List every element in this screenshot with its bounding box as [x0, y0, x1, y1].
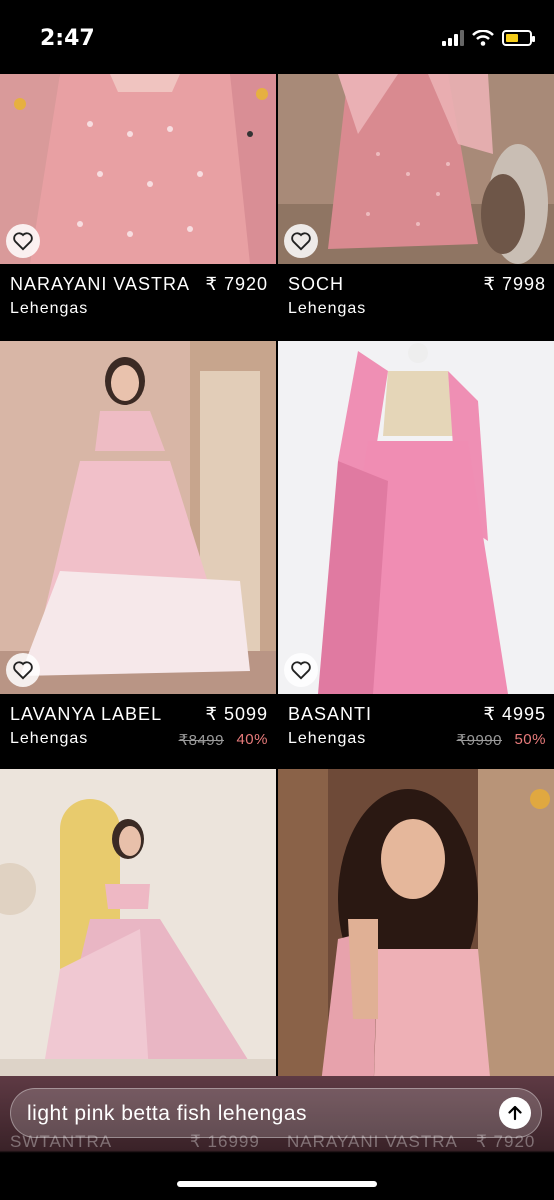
status-time: 2:47	[40, 26, 95, 51]
cellular-signal-icon	[442, 30, 464, 46]
product-price: ₹ 7998	[483, 274, 546, 294]
search-bar[interactable]	[10, 1088, 542, 1138]
heart-icon	[291, 661, 311, 680]
wishlist-heart-button[interactable]	[284, 224, 318, 258]
home-indicator[interactable]	[177, 1181, 377, 1187]
product-price: ₹ 4995	[483, 704, 546, 724]
discount-percent: 40%	[236, 731, 268, 748]
product-image[interactable]	[278, 341, 554, 694]
wifi-icon	[472, 30, 494, 46]
product-category: Lehengas	[10, 300, 89, 317]
product-price: ₹ 7920	[205, 274, 268, 294]
battery-icon	[502, 30, 535, 46]
arrow-up-icon	[508, 1105, 522, 1121]
product-brand: LAVANYA LABEL	[10, 704, 163, 724]
product-info: NARAYANI VASTRA ₹ 7920 Lehengas	[0, 264, 276, 334]
product-grid: NARAYANI VASTRA ₹ 7920 Lehengas SOCH ₹ 7…	[0, 74, 554, 1199]
product-row: NARAYANI VASTRA ₹ 7920 Lehengas SOCH ₹ 7…	[0, 74, 554, 334]
heart-icon	[13, 232, 33, 251]
product-brand: NARAYANI VASTRA	[10, 274, 191, 294]
heart-icon	[13, 661, 33, 680]
original-price: ₹9990	[456, 732, 502, 749]
product-info: SOCH ₹ 7998 Lehengas	[278, 264, 554, 334]
status-bar: 2:47	[0, 0, 554, 74]
wishlist-heart-button[interactable]	[284, 653, 318, 687]
product-category: Lehengas	[10, 730, 89, 747]
search-input[interactable]	[25, 1097, 489, 1131]
original-price: ₹8499	[178, 732, 224, 749]
product-brand: BASANTI	[288, 704, 373, 724]
product-image[interactable]	[0, 769, 276, 1109]
product-image[interactable]	[0, 74, 276, 264]
product-info: LAVANYA LABEL ₹ 5099 Lehengas ₹8499 40%	[0, 694, 276, 764]
wishlist-heart-button[interactable]	[6, 224, 40, 258]
product-category: Lehengas	[288, 730, 367, 747]
product-info: BASANTI ₹ 4995 Lehengas ₹9990 50%	[278, 694, 554, 764]
submit-search-button[interactable]	[499, 1097, 531, 1129]
product-image[interactable]	[0, 341, 276, 694]
status-icons	[442, 30, 535, 46]
product-brand: SOCH	[288, 274, 345, 294]
product-image[interactable]	[278, 74, 554, 264]
wishlist-heart-button[interactable]	[6, 653, 40, 687]
product-category: Lehengas	[288, 300, 367, 317]
heart-icon	[291, 232, 311, 251]
product-row: LAVANYA LABEL ₹ 5099 Lehengas ₹8499 40%	[0, 341, 554, 771]
product-price: ₹ 5099	[205, 704, 268, 724]
discount-percent: 50%	[514, 731, 546, 748]
product-image[interactable]	[278, 769, 554, 1109]
